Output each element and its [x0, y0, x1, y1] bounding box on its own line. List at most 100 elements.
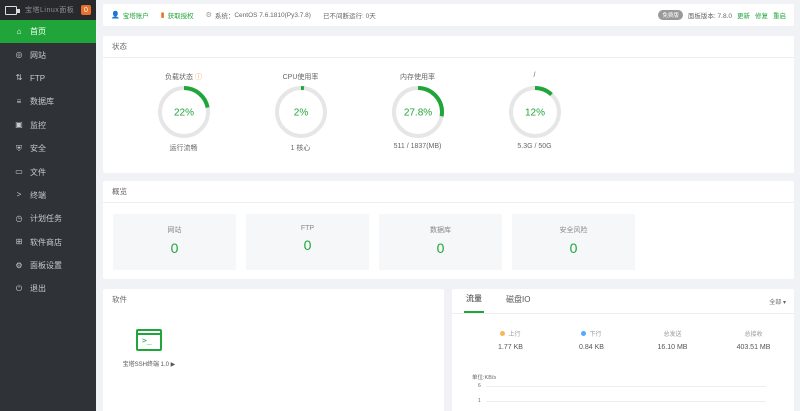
sidebar-item[interactable]: ⇅ FTP	[0, 67, 96, 90]
traffic-stat-label: 总接收	[713, 329, 794, 338]
chevron-down-icon: ▾	[782, 300, 786, 306]
overview-card-value: 0	[569, 240, 578, 256]
traffic-stat-value: 403.51 MB	[736, 344, 771, 351]
traffic-stat-value: 16.10 MB	[657, 344, 688, 351]
notification-badge[interactable]: 0	[81, 5, 91, 15]
traffic-stat: 总发送 16.10 MB	[632, 329, 713, 351]
sidebar-item-label: 软件商店	[30, 237, 62, 247]
sidebar-item[interactable]: ⛨ 安全	[0, 137, 96, 160]
sidebar-item-label: FTP	[30, 73, 46, 83]
tab-traffic[interactable]: 流量	[464, 293, 484, 313]
sidebar-item-label: 终端	[30, 190, 46, 200]
gauge-label: CPU使用率	[242, 72, 359, 82]
overview-card-value: 0	[436, 240, 445, 256]
gauge-ring: 22%	[157, 86, 210, 138]
user-icon: 👤	[111, 12, 120, 19]
gauge-ring: 12%	[508, 86, 561, 138]
overview-card-value: 0	[170, 240, 179, 256]
overview-title: 概览	[103, 181, 794, 203]
shield-icon: ⛨	[16, 143, 22, 153]
gauge-ring: 2%	[274, 86, 327, 138]
software-panel: 软件 >_ 宝塔SSH终端 1.0 ▶	[103, 289, 444, 411]
clock-icon: ◷	[15, 213, 23, 223]
gauge-value: 2%	[293, 108, 308, 119]
overview-card-label: 数据库	[430, 227, 451, 234]
status-gauge[interactable]: 负载状态 ⓘ 22% 运行流畅	[125, 58, 242, 153]
gauge-ring: 27.8%	[391, 86, 444, 138]
status-gauge[interactable]: 内存使用率 27.8% 511 / 1837(MB)	[359, 58, 476, 153]
chart-tick-label: 6	[478, 383, 481, 389]
ftp-icon: ⇅	[15, 73, 23, 83]
gauge-label: 内存使用率	[359, 72, 476, 82]
software-title: 软件	[112, 295, 127, 304]
gear-icon: ⚙	[15, 260, 23, 270]
sidebar-item-label: 面板设置	[30, 261, 62, 271]
status-title: 状态	[103, 36, 794, 58]
uptime-text: 已不间断运行: 0天	[322, 13, 376, 20]
globe-icon: ◎	[15, 50, 23, 60]
tab-disk-io[interactable]: 磁盘IO	[506, 294, 530, 313]
sidebar-item[interactable]: ▣ 监控	[0, 114, 96, 137]
get-pro-link[interactable]: 获取授权	[168, 10, 194, 20]
traffic-stat-value: 1.77 KB	[498, 344, 523, 351]
sidebar: 宝塔Linux面板 0 ⌂ 首页 ◎ 网站 ⇅ FTP ≡ 数据库 ▣ 监控 ⛨ 安全 ▭ 文件 > 终端 ◷ 计…	[0, 0, 96, 411]
version-label: 面板版本: 7.8.0	[687, 13, 732, 20]
traffic-stat-value: 0.84 KB	[579, 344, 604, 351]
gauge-label-text: CPU使用率	[282, 74, 319, 81]
chart-unit-label: 单位:KB/s	[472, 375, 497, 381]
overview-card-label: 安全风险	[559, 227, 588, 234]
traffic-stat-label: 总发送	[632, 329, 713, 338]
monitor-icon: ▣	[15, 120, 23, 130]
sidebar-item[interactable]: ◎ 网站	[0, 43, 96, 66]
traffic-stat-label: 上行	[470, 329, 551, 338]
gauge-subtext: 运行流畅	[169, 145, 198, 152]
interface-select[interactable]: 全部 ▾	[769, 297, 786, 306]
status-gauge[interactable]: CPU使用率 2% 1 核心	[242, 58, 359, 153]
gauge-label-text: /	[533, 72, 536, 79]
legend-dot-icon	[581, 331, 587, 336]
sidebar-item[interactable]: ⚙ 面板设置	[0, 254, 96, 277]
overview-card[interactable]: 安全风险 0	[512, 214, 635, 270]
sidebar-item[interactable]: ⏻ 退出	[0, 277, 96, 300]
sidebar-item[interactable]: ⌂ 首页	[0, 20, 96, 44]
chart-tick-label: 1	[478, 398, 481, 404]
interface-select-value: 全部	[769, 300, 782, 306]
sidebar-item-label: 首页	[30, 27, 46, 37]
terminal-app-icon: >_	[136, 329, 162, 351]
system-gear-icon: ⚙	[205, 12, 212, 19]
account-link[interactable]: 宝塔账户	[123, 10, 149, 20]
software-item[interactable]: >_ 宝塔SSH终端 1.0 ▶	[119, 329, 179, 368]
system-value: CentOS 7.6.1810(Py3.7.8)	[234, 11, 311, 19]
overview-panel: 概览 网站 0 FTP 0 数据库 0 安全风险 0	[103, 181, 794, 279]
traffic-tabs: 流量 磁盘IO 全部 ▾	[452, 289, 794, 314]
sidebar-item[interactable]: > 终端	[0, 184, 96, 207]
overview-card[interactable]: 网站 0	[113, 214, 236, 270]
traffic-stat: 上行 1.77 KB	[470, 329, 551, 351]
logout-icon: ⏻	[15, 283, 23, 293]
gauge-label-text: 内存使用率	[400, 74, 435, 81]
update-link[interactable]: 更新	[737, 10, 750, 20]
traffic-stat: 下行 0.84 KB	[551, 329, 632, 351]
gauge-label-text: 负载状态	[165, 74, 194, 81]
sidebar-item[interactable]: ⊞ 软件商店	[0, 231, 96, 254]
gauge-subtext: 1 核心	[290, 145, 311, 152]
chart-gridline	[486, 386, 766, 387]
logo-text: 宝塔Linux面板	[25, 7, 75, 14]
overview-card[interactable]: FTP 0	[246, 214, 369, 270]
traffic-stat-label-text: 上行	[508, 332, 521, 338]
sidebar-item[interactable]: ◷ 计划任务	[0, 207, 96, 230]
sidebar-item[interactable]: ≡ 数据库	[0, 90, 96, 113]
status-gauge[interactable]: / 12% 5.3G / 50G	[476, 58, 593, 153]
gauge-label: 负载状态 ⓘ	[125, 72, 242, 82]
chart-gridline	[486, 401, 766, 402]
sidebar-item-label: 计划任务	[30, 214, 62, 224]
sidebar-item[interactable]: ▭ 文件	[0, 160, 96, 183]
help-icon[interactable]: ⓘ	[193, 74, 202, 81]
repair-link[interactable]: 修复	[755, 10, 768, 20]
gauge-label: /	[476, 72, 593, 82]
overview-card[interactable]: 数据库 0	[379, 214, 502, 270]
restart-link[interactable]: 重启	[773, 10, 786, 20]
store-icon: ⊞	[15, 237, 23, 247]
system-label: 系统：	[214, 13, 235, 20]
gauge-subtext: 5.3G / 50G	[517, 143, 552, 150]
